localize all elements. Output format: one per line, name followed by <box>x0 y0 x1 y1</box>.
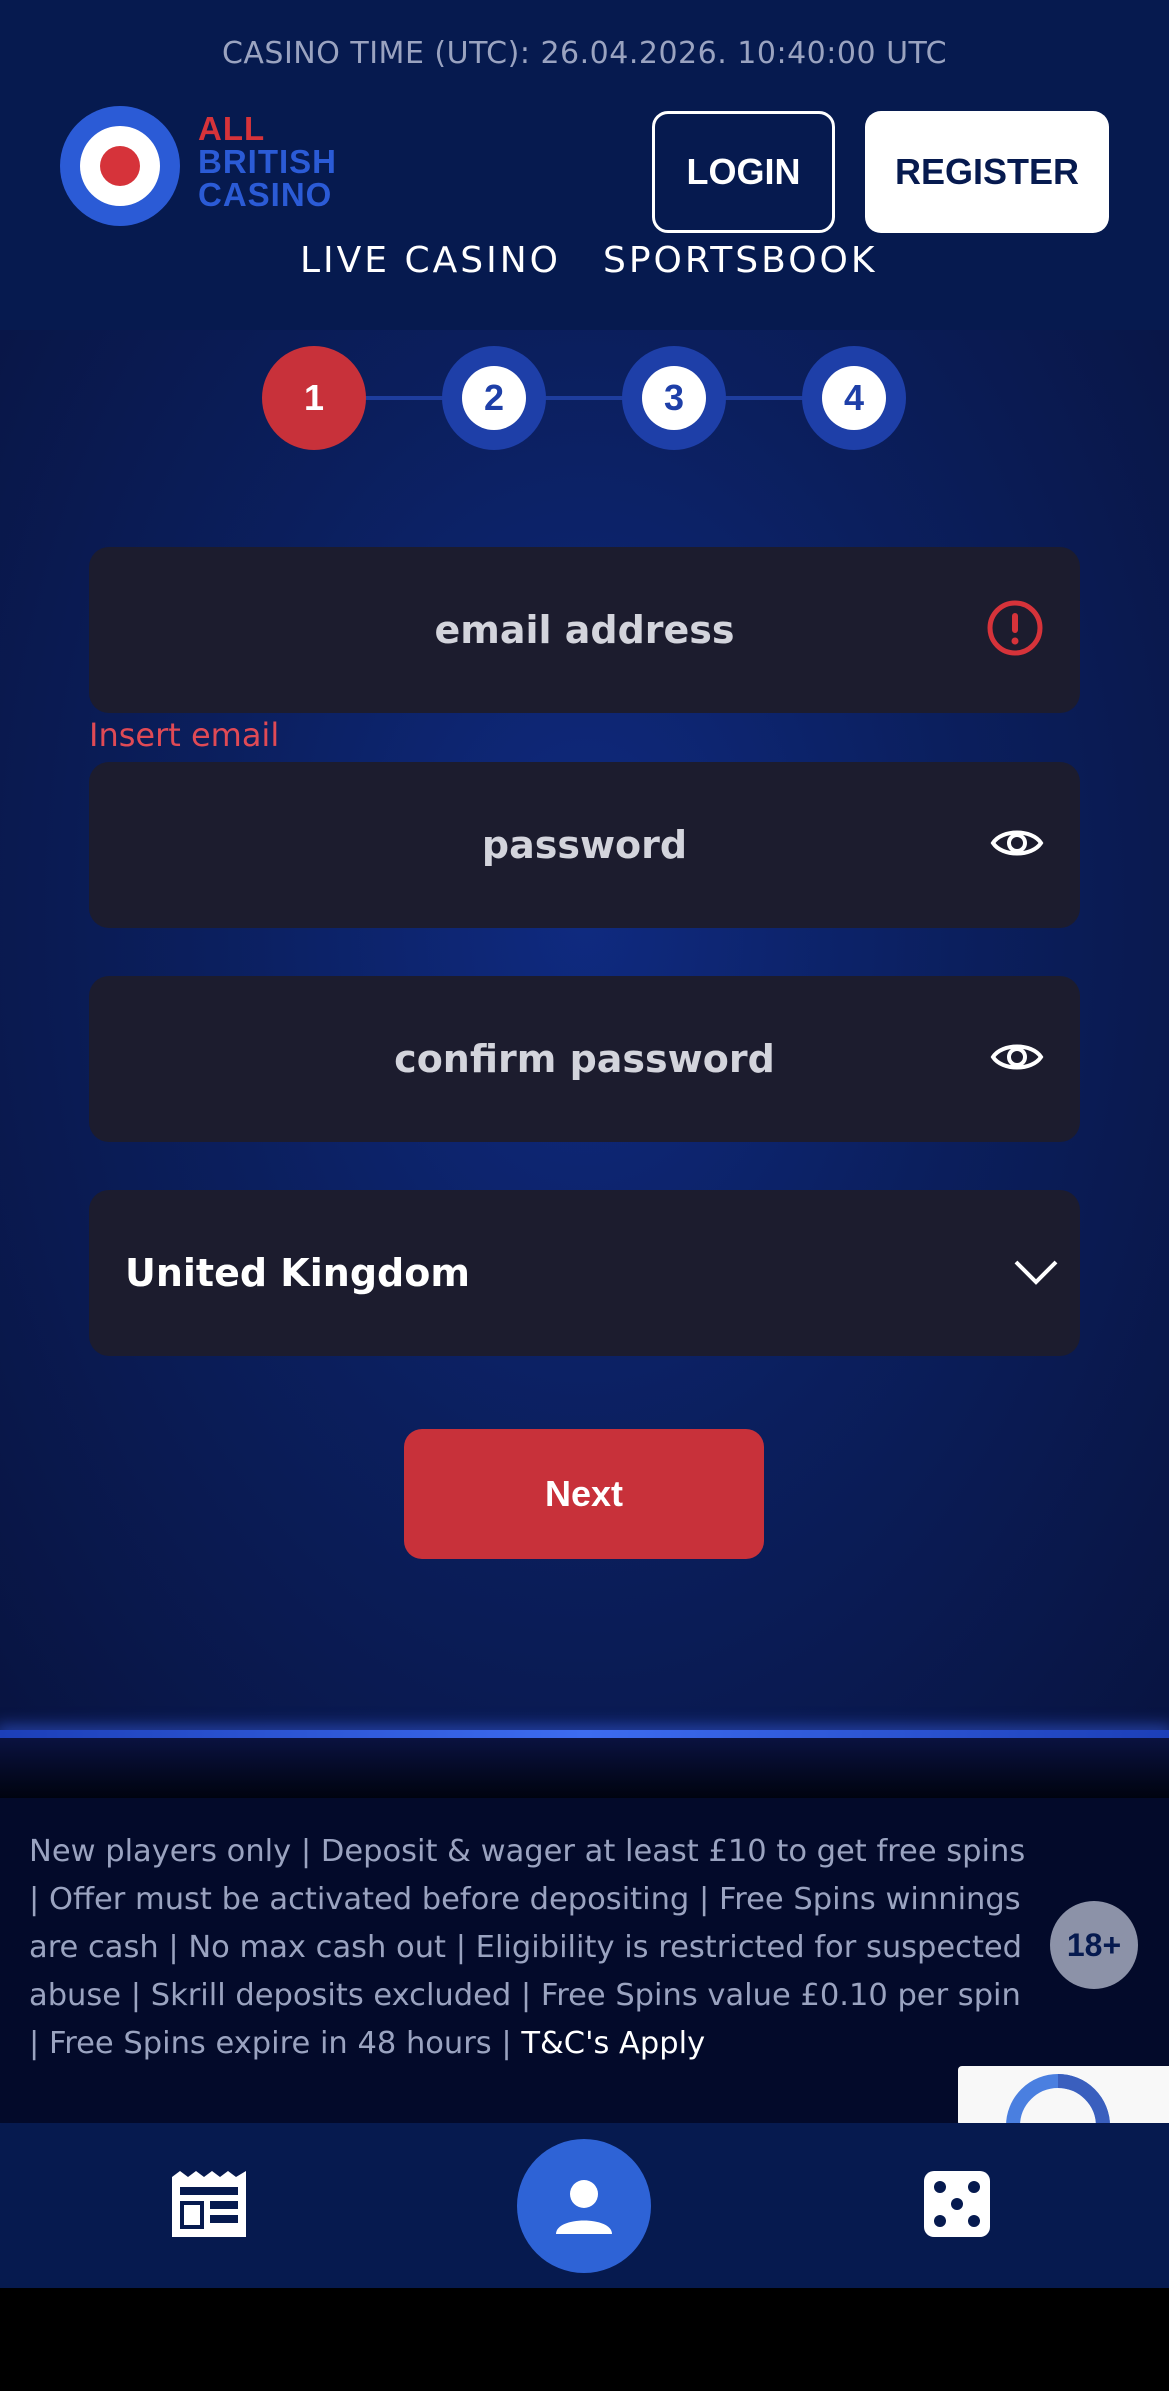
recaptcha-icon <box>1006 2074 1110 2126</box>
divider-band <box>0 1738 1169 1798</box>
promo-disclaimer: New players only | Deposit & wager at le… <box>0 1798 1169 2126</box>
step-2-label: 2 <box>483 377 505 418</box>
step-1: 1 <box>262 346 366 450</box>
step-4: 4 <box>802 346 906 450</box>
profile-button[interactable] <box>517 2139 651 2273</box>
dice-icon[interactable] <box>922 2169 992 2243</box>
casino-time: CASINO TIME (UTC): 26.04.2026. 10:40:00 … <box>221 36 948 71</box>
email-field-wrapper <box>89 547 1080 713</box>
logo-text: ALL BRITISH CASINO <box>198 112 337 211</box>
confirm-password-field[interactable] <box>89 976 1080 1142</box>
roundel-icon <box>60 106 180 226</box>
email-error: Insert email <box>89 716 280 754</box>
step-3-label: 3 <box>663 377 685 418</box>
logo-line-1: ALL <box>198 110 266 147</box>
step-connector <box>312 396 852 400</box>
password-field-wrapper <box>89 762 1080 928</box>
nav-live-casino[interactable]: LIVE CASINO <box>300 240 561 281</box>
step-4-label: 4 <box>843 377 865 418</box>
recaptcha-badge[interactable] <box>958 2066 1169 2126</box>
step-2: 2 <box>442 346 546 450</box>
step-3: 3 <box>622 346 726 450</box>
age-badge: 18+ <box>1050 1901 1138 1989</box>
country-select-value: United Kingdom <box>125 1251 470 1295</box>
step-indicator: 1 2 3 4 <box>262 346 906 450</box>
confirm-password-field-wrapper <box>89 976 1080 1142</box>
disclaimer-text: New players only | Deposit & wager at le… <box>29 1828 1039 2068</box>
eye-icon[interactable] <box>990 1037 1044 1081</box>
bottom-safe-area <box>0 2288 1169 2391</box>
next-button[interactable]: Next <box>404 1429 764 1559</box>
chevron-down-icon <box>1012 1256 1060 1290</box>
tc-link[interactable]: T&C's Apply <box>521 2026 705 2061</box>
register-button[interactable]: REGISTER <box>865 111 1109 233</box>
logo[interactable]: ALL BRITISH CASINO <box>58 104 378 228</box>
eye-icon[interactable] <box>990 823 1044 867</box>
logo-line-3: CASINO <box>198 176 333 213</box>
logo-line-2: BRITISH <box>198 143 337 180</box>
header: CASINO TIME (UTC): 26.04.2026. 10:40:00 … <box>0 0 1169 330</box>
registration-panel: 1 2 3 4 Insert email <box>0 330 1169 1790</box>
nav-sportsbook[interactable]: SPORTSBOOK <box>603 240 877 281</box>
step-1-label: 1 <box>303 377 325 418</box>
divider-glow <box>0 1730 1169 1738</box>
alert-circle-icon <box>986 599 1044 661</box>
email-field[interactable] <box>89 547 1080 713</box>
bottom-nav <box>0 2123 1169 2288</box>
top-nav: LIVE CASINO SPORTSBOOK <box>0 240 1169 296</box>
login-button[interactable]: LOGIN <box>652 111 835 233</box>
news-icon[interactable] <box>170 2169 248 2243</box>
profile-icon <box>556 2180 612 2234</box>
password-field[interactable] <box>89 762 1080 928</box>
country-select[interactable]: United Kingdom <box>89 1190 1080 1356</box>
